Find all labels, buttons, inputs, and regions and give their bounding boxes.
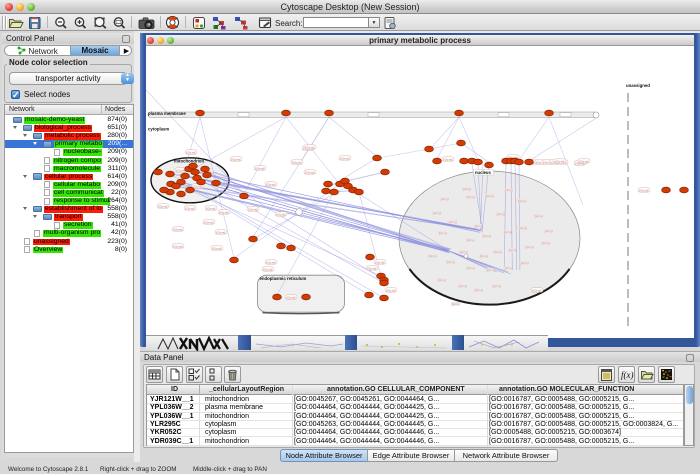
svg-text:[GO:s]: [GO:s]	[494, 250, 502, 254]
svg-text:[GO:s]: [GO:s]	[438, 278, 446, 282]
svg-text:[GO:s]: [GO:s]	[535, 214, 543, 218]
svg-text:[GO:s]: [GO:s]	[505, 188, 513, 192]
svg-text:[GO:s]: [GO:s]	[521, 261, 529, 265]
svg-text:[Go:st]: [Go:st]	[267, 260, 276, 264]
svg-text:[GO:s]: [GO:s]	[493, 284, 501, 288]
svg-text:[Go:st]: [Go:st]	[640, 188, 649, 192]
svg-text:[GO:s]: [GO:s]	[429, 254, 437, 258]
svg-text:f(x): f(x)	[621, 370, 634, 380]
svg-text:[Go:st]: [Go:st]	[249, 207, 258, 211]
svg-text:[GO:s]: [GO:s]	[467, 195, 475, 199]
svg-text:[Go:st]: [Go:st]	[186, 206, 195, 210]
svg-text:[Go:st]: [Go:st]	[187, 150, 196, 154]
svg-text:[Go:st]: [Go:st]	[306, 145, 315, 149]
svg-text:[Go:st]: [Go:st]	[174, 227, 183, 231]
svg-text:[GO:s]: [GO:s]	[449, 220, 457, 224]
svg-text:[Go:st]: [Go:st]	[205, 220, 214, 224]
svg-text:[Go:st]: [Go:st]	[177, 168, 186, 172]
svg-text:[GO:s]: [GO:s]	[447, 260, 455, 264]
svg-text:[Go:st]: [Go:st]	[217, 230, 226, 234]
svg-text:[Go:st]: [Go:st]	[256, 166, 265, 170]
svg-text:[GO:s]: [GO:s]	[452, 302, 460, 306]
svg-text:[GO:s]: [GO:s]	[505, 266, 513, 270]
svg-text:[Go:st]: [Go:st]	[387, 288, 396, 292]
svg-text:[GO:s]: [GO:s]	[467, 238, 475, 242]
svg-text:[Go:st]: [Go:st]	[368, 266, 377, 270]
svg-text:[Go:st]: [Go:st]	[287, 295, 296, 299]
svg-text:[GO:s]: [GO:s]	[441, 197, 449, 201]
svg-text:[GO:s]: [GO:s]	[483, 234, 491, 238]
svg-text:[GO:s]: [GO:s]	[463, 187, 471, 191]
svg-text:[Go:st]: [Go:st]	[159, 204, 168, 208]
svg-text:[GO:s]: [GO:s]	[475, 288, 483, 292]
svg-text:[Go:st]: [Go:st]	[277, 212, 286, 216]
svg-text:[Go:st]: [Go:st]	[306, 170, 315, 174]
svg-text:[Go:st]: [Go:st]	[533, 288, 542, 292]
svg-text:[Go:st]: [Go:st]	[580, 159, 589, 163]
svg-text:[Go:st]: [Go:st]	[556, 159, 565, 163]
svg-text:[Go:st]: [Go:st]	[444, 157, 453, 161]
svg-text:[GO:s]: [GO:s]	[433, 211, 441, 215]
svg-text:[Go:st]: [Go:st]	[267, 182, 276, 186]
svg-text:unassigned: unassigned	[626, 83, 650, 88]
svg-text:[GO:s]: [GO:s]	[475, 224, 483, 228]
svg-text:mitochondrion: mitochondrion	[174, 159, 204, 164]
svg-text:[Go:st]: [Go:st]	[376, 260, 385, 264]
svg-text:[GO:s]: [GO:s]	[545, 229, 553, 233]
svg-text:[GO:s]: [GO:s]	[504, 230, 512, 234]
svg-text:[Go:st]: [Go:st]	[207, 206, 216, 210]
svg-text:cytoplasm: cytoplasm	[148, 127, 169, 132]
svg-text:[GO:s]: [GO:s]	[459, 284, 467, 288]
svg-text:[GO:s]: [GO:s]	[486, 194, 494, 198]
svg-text:[GO:s]: [GO:s]	[542, 241, 550, 245]
svg-text:[GO:s]: [GO:s]	[497, 212, 505, 216]
svg-text:[GO:s]: [GO:s]	[509, 248, 517, 252]
svg-text:[Go:st]: [Go:st]	[174, 244, 183, 248]
svg-text:[GO:s]: [GO:s]	[467, 266, 475, 270]
svg-text:[GO:s]: [GO:s]	[526, 245, 534, 249]
svg-text:[Go:st]: [Go:st]	[293, 160, 302, 164]
svg-text:[Go:st]: [Go:st]	[232, 157, 241, 161]
svg-text:[GO:s]: [GO:s]	[439, 231, 447, 235]
svg-text:[Go:st]: [Go:st]	[341, 156, 350, 160]
svg-text:[GO:s]: [GO:s]	[460, 250, 468, 254]
svg-text:[GO:s]: [GO:s]	[519, 226, 527, 230]
svg-text:[GO:s]: [GO:s]	[518, 199, 526, 203]
svg-text:[Go:st]: [Go:st]	[220, 210, 229, 214]
svg-text:plasma membrane: plasma membrane	[148, 111, 186, 116]
svg-text:nucleus: nucleus	[475, 170, 491, 175]
svg-text:[GO:s]: [GO:s]	[480, 254, 488, 258]
svg-text:endoplasmic reticulum: endoplasmic reticulum	[260, 276, 307, 281]
svg-text:[GO:s]: [GO:s]	[487, 268, 495, 272]
svg-text:[Go:st]: [Go:st]	[264, 267, 273, 271]
svg-text:[Go:st]: [Go:st]	[213, 246, 222, 250]
